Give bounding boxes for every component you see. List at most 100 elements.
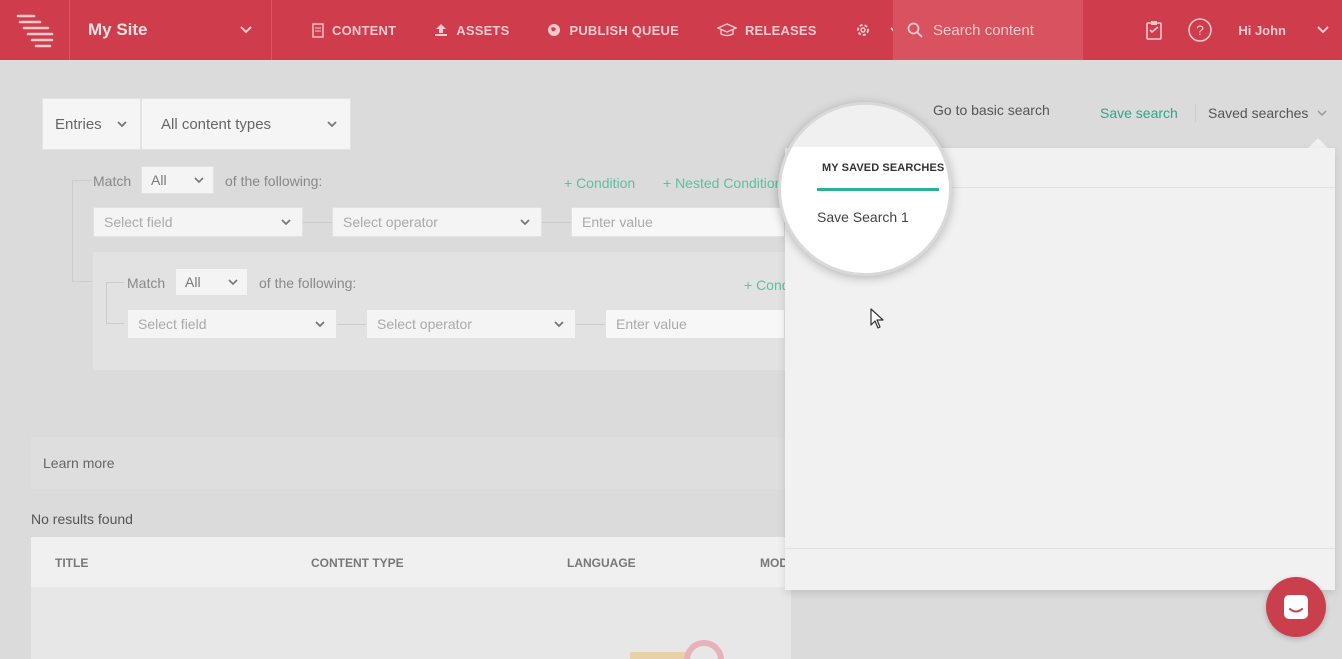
search-placeholder: Search content [933, 21, 1034, 39]
match-label: Match [93, 173, 132, 189]
chat-launcher-button[interactable] [1266, 577, 1326, 637]
nested-field-connector [337, 324, 367, 325]
search-input[interactable]: Search content [893, 0, 1083, 60]
nested-tree-branch [106, 323, 124, 324]
site-name: My Site [88, 20, 148, 39]
chevron-down-icon [315, 321, 325, 328]
nav-releases-label: RELEASES [744, 22, 817, 38]
header-divider [1195, 104, 1196, 122]
results-table-body [31, 587, 791, 659]
column-language[interactable]: LANGUAGE [567, 556, 636, 570]
chevron-down-icon [281, 219, 291, 226]
add-nested-condition-button[interactable]: + Nested Condition [663, 175, 782, 191]
select-field-placeholder: Select field [104, 214, 173, 230]
column-content-type[interactable]: CONTENT TYPE [311, 556, 404, 570]
nested-enter-value-placeholder: Enter value [616, 316, 687, 332]
user-menu[interactable]: Hi John [1238, 23, 1330, 38]
app-logo[interactable] [0, 0, 70, 60]
mouse-cursor-icon [870, 308, 884, 329]
chevron-down-icon [240, 26, 252, 34]
nested-enter-value-input[interactable]: Enter value [605, 309, 785, 339]
clipboard-icon[interactable] [1146, 20, 1163, 40]
learn-more-bar: Learn more [31, 437, 791, 489]
chevron-down-icon [1317, 26, 1329, 34]
active-tab-indicator [817, 188, 939, 191]
condition-tree-branch [72, 281, 92, 282]
saved-searches-dropdown[interactable]: Saved searches [1208, 105, 1328, 121]
save-search-link[interactable]: Save search [1100, 105, 1178, 121]
column-modified[interactable]: MOD [760, 556, 788, 570]
nested-match-label: Match [127, 275, 166, 291]
top-right-controls: ? Hi John [1146, 0, 1330, 60]
zoom-highlight-band [781, 105, 949, 147]
of-following-label: of the following: [225, 173, 323, 189]
nav-publish-queue[interactable]: PUBLISH QUEUE [547, 23, 679, 38]
entries-label: Entries [55, 115, 102, 133]
no-results-text: No results found [31, 511, 133, 527]
saved-panel-bottom-divider [785, 548, 1335, 549]
nested-select-field-dropdown[interactable]: Select field [127, 309, 337, 339]
nested-select-operator-placeholder: Select operator [377, 316, 472, 332]
chevron-down-icon [1317, 110, 1327, 117]
match-value: All [151, 172, 167, 188]
content-types-dropdown[interactable]: All content types [141, 98, 351, 150]
svg-text:?: ? [1196, 22, 1204, 38]
globe-icon [548, 24, 561, 36]
nested-tree-line [106, 282, 107, 324]
user-greeting: Hi John [1238, 22, 1286, 38]
nav-content[interactable]: CONTENT [312, 23, 396, 38]
chevron-down-icon [228, 278, 238, 285]
entries-dropdown[interactable]: Entries [42, 98, 141, 150]
nested-add-condition-button[interactable]: + Cond [744, 277, 790, 293]
nav-publish-queue-label: PUBLISH QUEUE [569, 22, 679, 38]
zoom-highlight: MY SAVED SEARCHES Save Search 1 [778, 102, 952, 276]
chevron-down-icon [194, 176, 204, 183]
tab-my-saved-searches[interactable]: MY SAVED SEARCHES [822, 162, 944, 174]
nav-assets-label: ASSETS [456, 22, 510, 38]
nav-releases[interactable]: RELEASES [716, 22, 817, 38]
top-navigation-bar: My Site CONTENT ASSETS PUBLISH QUEUE REL… [0, 0, 1342, 60]
chevron-down-icon [117, 121, 127, 128]
condition-tree-branch [72, 180, 92, 181]
saved-searches-label: Saved searches [1208, 105, 1309, 121]
search-scope: Entries All content types [42, 98, 351, 150]
nested-match-select[interactable]: All [175, 268, 248, 296]
chat-icon [1284, 595, 1308, 619]
column-title[interactable]: TITLE [55, 556, 88, 570]
goto-basic-search-link[interactable]: Go to basic search [933, 102, 1050, 118]
empty-state-illustration [630, 652, 690, 659]
nested-operator-connector [576, 324, 606, 325]
nav-content-label: CONTENT [332, 22, 397, 38]
content-types-label: All content types [161, 115, 272, 133]
select-operator-dropdown[interactable]: Select operator [332, 207, 542, 237]
enter-value-placeholder: Enter value [582, 214, 653, 230]
chevron-down-icon [327, 121, 337, 128]
nested-tree-branch [106, 282, 124, 283]
logo-icon [16, 14, 53, 48]
search-icon [907, 22, 923, 38]
match-select[interactable]: All [141, 166, 214, 194]
nested-select-field-placeholder: Select field [138, 316, 207, 332]
saved-search-item[interactable]: Save Search 1 [817, 209, 909, 225]
help-icon[interactable]: ? [1188, 18, 1213, 42]
add-condition-button[interactable]: + Condition [564, 175, 635, 191]
upload-icon [435, 24, 448, 36]
main-nav: CONTENT ASSETS PUBLISH QUEUE RELEASES [272, 0, 917, 60]
document-icon [312, 22, 324, 38]
select-operator-placeholder: Select operator [343, 214, 438, 230]
nested-of-following-label: of the following: [259, 275, 357, 291]
condition-tree-line [72, 180, 73, 282]
enter-value-input[interactable]: Enter value [571, 207, 785, 237]
select-field-dropdown[interactable]: Select field [93, 207, 303, 237]
field-connector [303, 222, 333, 223]
nested-select-operator-dropdown[interactable]: Select operator [366, 309, 576, 339]
releases-icon [716, 23, 737, 37]
chevron-down-icon [520, 219, 530, 226]
nested-match-value: All [185, 274, 201, 290]
learn-more-link[interactable]: Learn more [43, 455, 115, 471]
results-table-header [31, 537, 791, 587]
nav-assets[interactable]: ASSETS [434, 23, 509, 38]
operator-connector [542, 222, 572, 223]
site-selector[interactable]: My Site [70, 0, 272, 60]
gear-icon [856, 24, 869, 36]
